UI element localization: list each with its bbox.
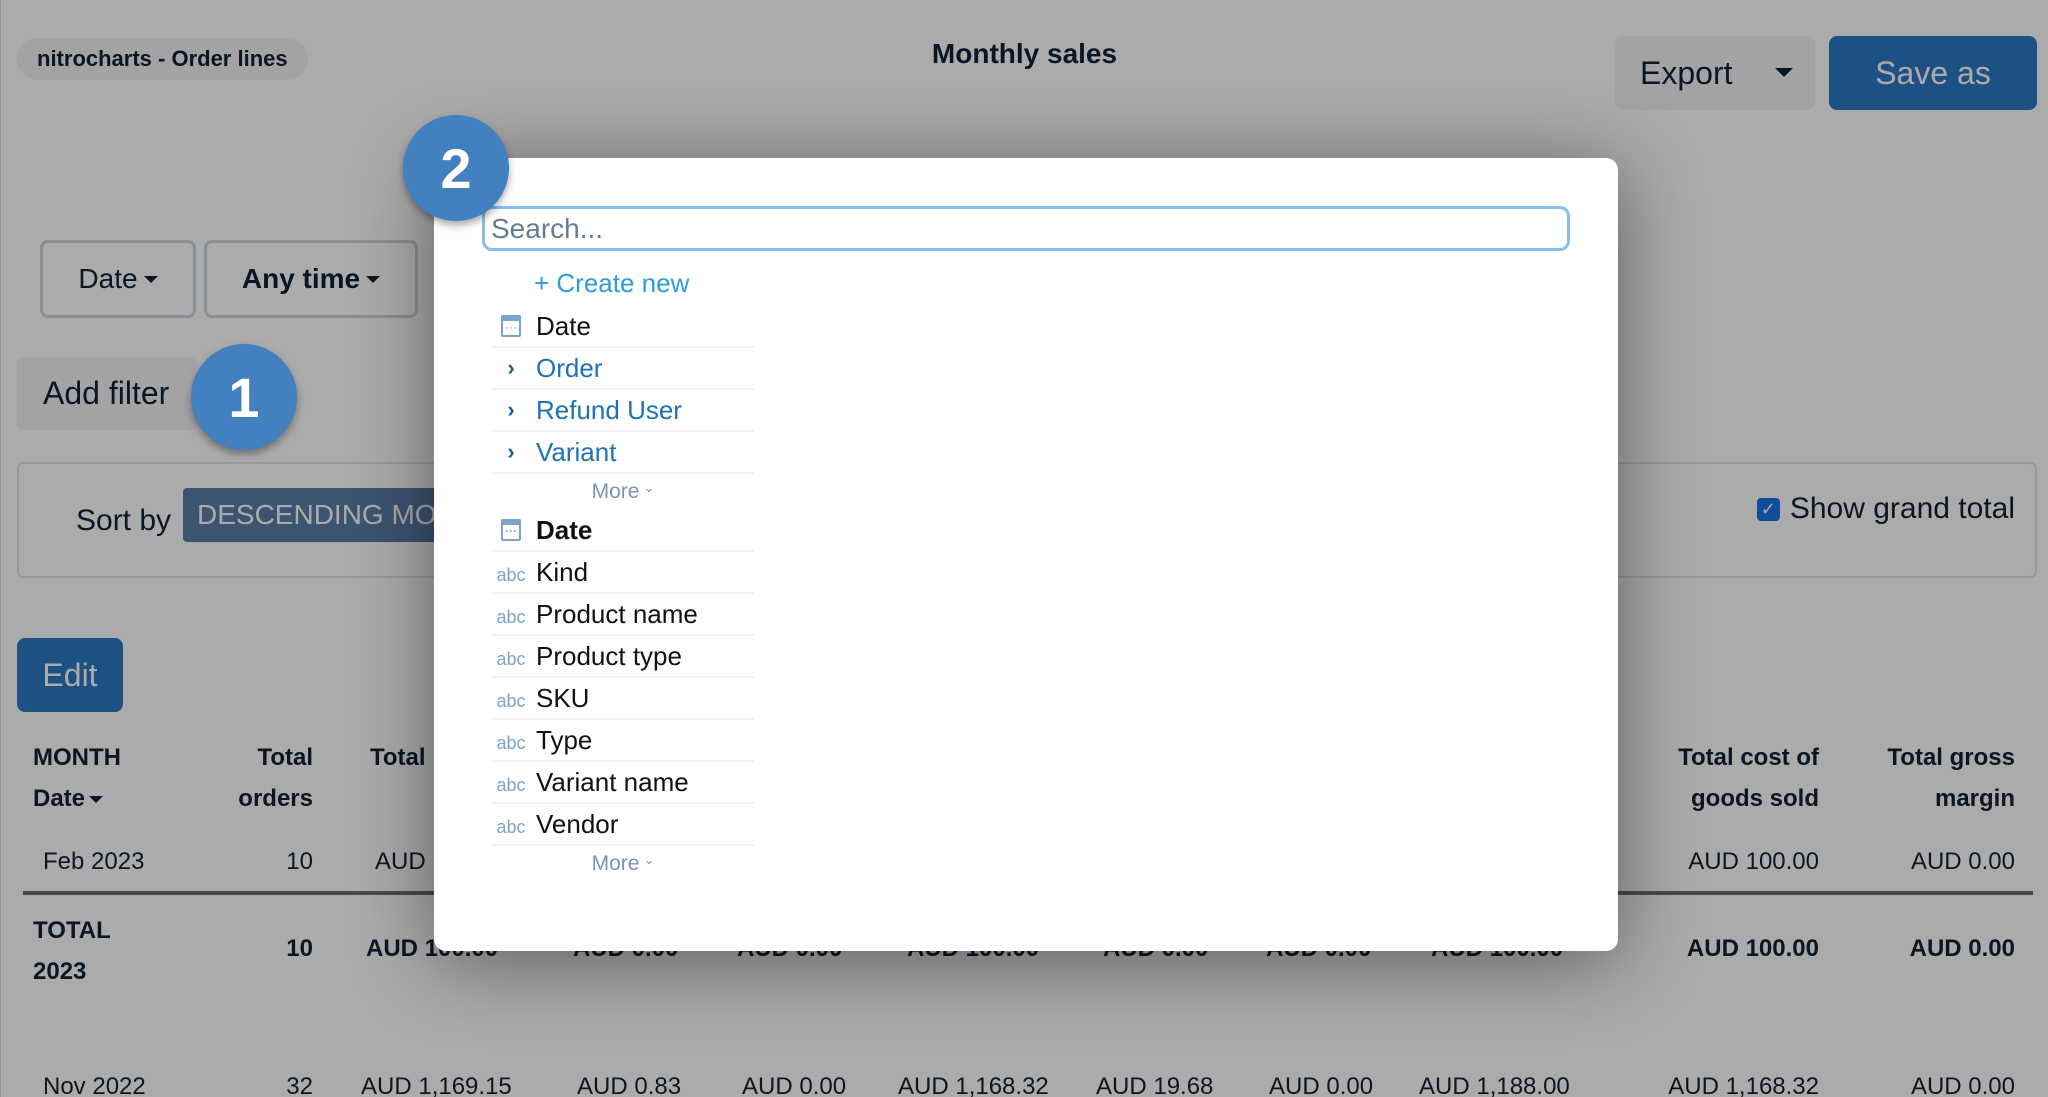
field-item-date-bold[interactable]: Date — [492, 510, 754, 552]
more-label: More — [591, 852, 640, 875]
text-type-icon: abc — [496, 564, 526, 585]
field-item-vendor[interactable]: abc Vendor — [492, 804, 754, 846]
calendar-icon — [492, 315, 530, 337]
field-item-sku[interactable]: abc SKU — [492, 678, 754, 720]
field-label: Type — [536, 724, 593, 755]
field-item-kind[interactable]: abc Kind — [492, 552, 754, 594]
more-relations-button[interactable]: More ⌄ — [492, 474, 754, 510]
create-new-link[interactable]: + Create new — [534, 268, 689, 299]
field-label: Vendor — [536, 808, 619, 839]
step-badge-2: 2 — [403, 115, 509, 221]
text-type-icon: abc — [496, 648, 526, 669]
field-label: Variant name — [536, 766, 689, 797]
relation-item-order[interactable]: › Order — [492, 348, 754, 390]
field-label: Date — [536, 514, 593, 545]
chevron-right-icon[interactable]: › — [492, 397, 530, 423]
relation-item-refund-user[interactable]: › Refund User — [492, 390, 754, 432]
relation-label: Order — [536, 352, 603, 383]
chevron-right-icon[interactable]: › — [492, 355, 530, 381]
field-item-date[interactable]: Date — [492, 306, 754, 348]
text-type-icon: abc — [496, 816, 526, 837]
field-label: Product name — [536, 598, 698, 629]
more-label: More — [591, 480, 640, 503]
field-search-input[interactable] — [482, 206, 1570, 251]
field-label: SKU — [536, 682, 590, 713]
field-item-type[interactable]: abc Type — [492, 720, 754, 762]
chevron-down-icon: ⌄ — [643, 480, 655, 495]
relation-label: Refund User — [536, 394, 682, 425]
field-label: Kind — [536, 556, 589, 587]
text-type-icon: abc — [496, 732, 526, 753]
relation-label: Variant — [536, 436, 617, 467]
field-item-product-type[interactable]: abc Product type — [492, 636, 754, 678]
step-badge-1: 1 — [191, 344, 297, 450]
field-label: Date — [536, 310, 591, 341]
text-type-icon: abc — [496, 774, 526, 795]
field-item-product-name[interactable]: abc Product name — [492, 594, 754, 636]
field-picker-dialog: + Create new Date › Order › Refund User … — [434, 158, 1618, 951]
field-label: Product type — [536, 640, 682, 671]
chevron-down-icon: ⌄ — [643, 852, 655, 867]
chevron-right-icon[interactable]: › — [492, 439, 530, 465]
more-fields-button[interactable]: More ⌄ — [492, 846, 754, 882]
field-item-variant-name[interactable]: abc Variant name — [492, 762, 754, 804]
calendar-icon — [492, 519, 530, 541]
text-type-icon: abc — [496, 606, 526, 627]
field-list: Date › Order › Refund User › Variant Mor… — [492, 306, 754, 882]
text-type-icon: abc — [496, 690, 526, 711]
relation-item-variant[interactable]: › Variant — [492, 432, 754, 474]
